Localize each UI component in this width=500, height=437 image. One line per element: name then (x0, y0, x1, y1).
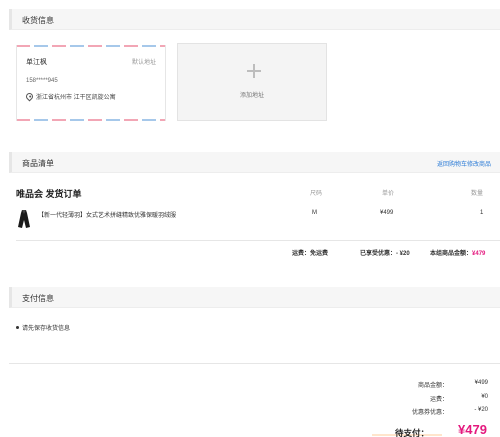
payment-section-header: 支付信息 (9, 287, 500, 308)
address-card[interactable]: 单江枫 默认地址 158*****945 浙江省杭州市 江干区凯旋公寓 (16, 45, 166, 121)
address-card-top-border (16, 45, 166, 47)
subtotal-summary: 本组商品金额：¥479 (430, 248, 485, 257)
default-address-badge: 默认地址 (131, 60, 156, 66)
add-address-label: 添加地址 (239, 93, 264, 99)
column-header-price: 单价 (382, 191, 395, 197)
location-pin-icon (24, 91, 35, 102)
payment-note-text: 请先保存收货信息 (22, 326, 71, 332)
shipping-fee-value: 免运费 (310, 251, 329, 257)
product-thumbnail[interactable] (17, 209, 31, 229)
back-to-cart-link[interactable]: 返回购物车修改商品 (437, 159, 491, 168)
payment-row-coupon: 优惠券优惠： - ¥20 (388, 407, 488, 416)
discount-label: 已享受优惠： (360, 251, 397, 257)
address-card-bottom-border (16, 119, 166, 121)
shipping-section-title: 收货信息 (22, 16, 54, 25)
address-card-right-border (165, 45, 166, 121)
column-header-size: 尺码 (310, 191, 323, 197)
total-due-label: 待支付： (395, 428, 430, 437)
subtotal-value: ¥479 (472, 251, 486, 257)
payment-row-label: 运费： (429, 397, 448, 403)
shop-name: 唯品会 发货订单 (16, 189, 82, 199)
product-price: ¥499 (380, 210, 394, 216)
discount-value: - ¥20 (396, 251, 410, 257)
address-name: 单江枫 (26, 59, 47, 66)
goods-section-title: 商品清单 (22, 159, 54, 168)
goods-divider (16, 240, 500, 241)
add-address-button[interactable]: 添加地址 (177, 43, 327, 121)
payment-row-value: ¥499 (474, 380, 488, 386)
product-qty: 1 (480, 210, 484, 216)
total-due-value: ¥479 (458, 422, 487, 437)
plus-icon (247, 64, 261, 78)
payment-note: 请先保存收货信息 (16, 323, 70, 332)
payment-row-label: 商品金额： (417, 383, 448, 389)
address-location: 浙江省杭州市 江干区凯旋公寓 (24, 91, 116, 102)
goods-section-header: 商品清单 返回购物车修改商品 (9, 152, 500, 173)
column-header-qty: 数量 (471, 191, 484, 197)
payment-section-title: 支付信息 (22, 294, 54, 303)
shipping-section-header: 收货信息 (9, 9, 500, 30)
shipping-summary: 运费：免运费 (292, 248, 328, 257)
product-size: M (312, 210, 317, 216)
payment-row-shipping: 运费： ¥0 (388, 394, 488, 403)
payment-row-value: - ¥20 (474, 407, 488, 413)
product-name-link[interactable]: 【新一代轻薄羽】女式艺术拼缝精致优雅保暖羽绒服 (38, 210, 176, 219)
bullet-icon (16, 326, 19, 329)
address-card-left-border (16, 45, 17, 121)
address-location-text: 浙江省杭州市 江干区凯旋公寓 (36, 95, 116, 101)
subtotal-label: 本组商品金额： (430, 251, 473, 257)
discount-summary: 已享受优惠：- ¥20 (360, 248, 410, 257)
payment-row-goods-amount: 商品金额： ¥499 (388, 380, 488, 389)
payment-row-label: 优惠券优惠： (411, 410, 448, 416)
payment-row-value: ¥0 (481, 394, 488, 400)
address-phone: 158*****945 (26, 78, 58, 84)
shipping-fee-label: 运费： (292, 251, 311, 257)
